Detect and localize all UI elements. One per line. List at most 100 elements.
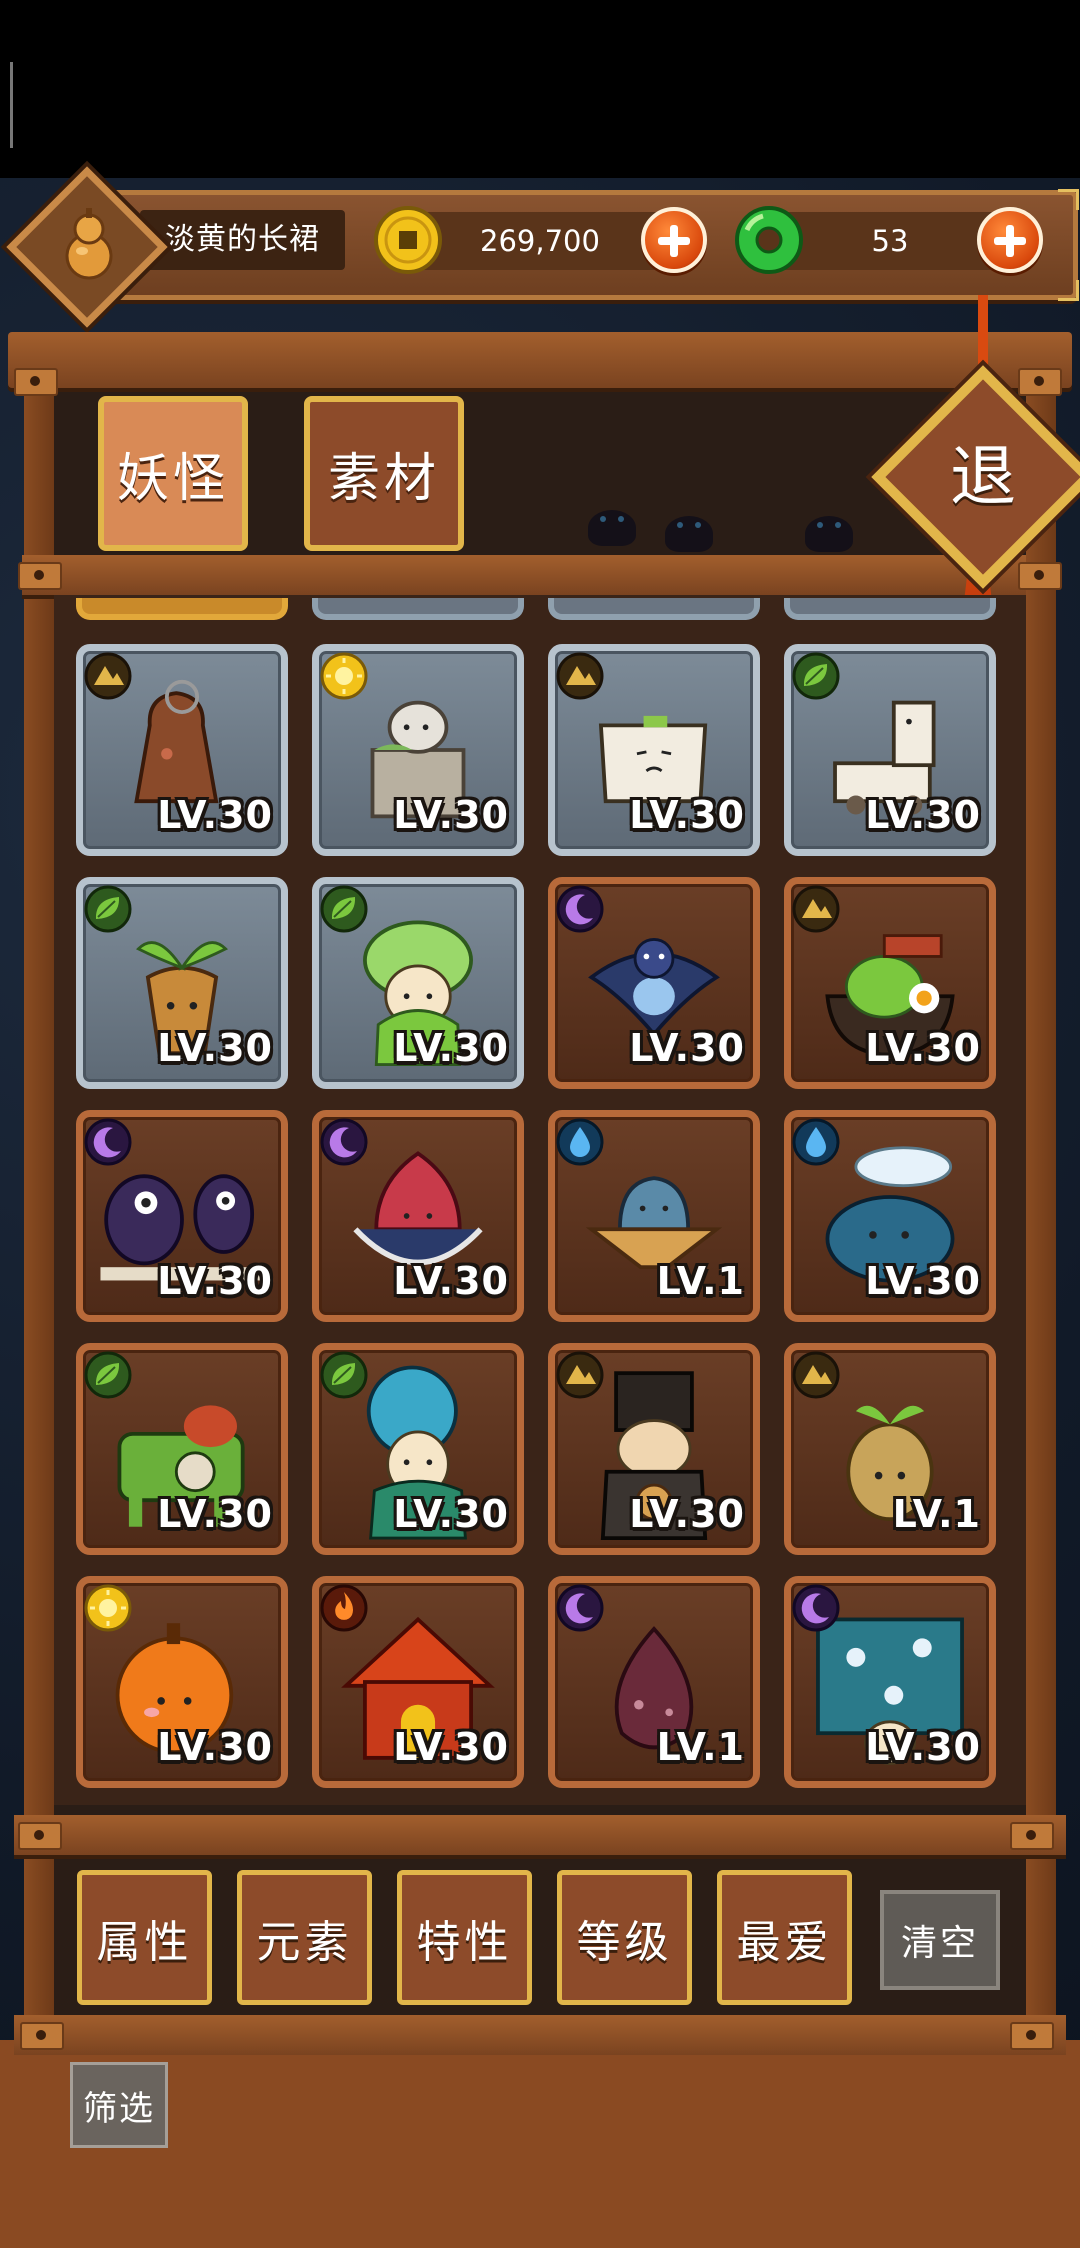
monster-card-stone-cat[interactable]: LV.30 [312,644,524,856]
leaf-element-icon [320,885,368,933]
moon-element-icon [84,1118,132,1166]
critter-silhouette [805,516,853,552]
bottom-beam [14,2015,1066,2055]
level-label: LV.30 [393,1259,509,1303]
leaf-element-icon [792,652,840,700]
monster-card-hat-ghost[interactable]: LV.1 [548,1110,760,1322]
sun-element-icon [320,652,368,700]
monster-card-bamboo-ox[interactable]: LV.30 [76,1343,288,1555]
add-jade-button[interactable] [977,207,1043,273]
monster-card-cloud-whale[interactable]: LV.30 [784,1110,996,1322]
sun-element-icon [84,1584,132,1632]
critter-silhouette [588,510,636,546]
tab-materials[interactable]: 素材 [304,396,464,551]
monster-card-tofu[interactable]: LV.30 [548,644,760,856]
monster-card-cart-horse[interactable]: LV.30 [784,644,996,856]
gourd-avatar-icon[interactable] [44,196,134,286]
tab-shelf-beam [22,555,1026,595]
nail [14,368,58,396]
monster-grid-scroll[interactable]: LV.30 LV.30 LV.30 LV.30 LV.30 LV.30 LV.30 LV.30… [54,598,1026,1808]
level-label: LV.30 [865,1725,981,1769]
exit-label[interactable]: 退 [904,398,1062,556]
partial-card[interactable] [76,598,288,620]
nail [1010,2022,1054,2050]
monster-card-sprout-root[interactable]: LV.30 [76,877,288,1089]
moon-element-icon [792,1584,840,1632]
level-label: LV.30 [629,793,745,837]
level-label: LV.1 [656,1725,745,1769]
earth-element-icon [556,652,604,700]
jade-amount: 53 [871,224,909,258]
partial-card[interactable] [784,598,996,620]
monster-card-potato-sprout[interactable]: LV.1 [784,1343,996,1555]
monster-card-ghost-pair[interactable]: LV.30 [76,1110,288,1322]
level-label: LV.30 [393,793,509,837]
filter-shelf-beam [14,1815,1066,1855]
monster-card-curtain-spirit[interactable]: LV.30 [784,1576,996,1788]
player-name: 淡黄的长裙 [165,222,320,257]
level-label: LV.30 [393,1492,509,1536]
level-label: LV.30 [157,793,273,837]
monster-card-onion[interactable]: LV.1 [548,1576,760,1788]
moon-element-icon [556,1584,604,1632]
gold-amount: 269,700 [480,224,600,258]
nail [1018,368,1062,396]
leaf-element-icon [320,1351,368,1399]
monster-cards: LV.30 LV.30 LV.30 LV.30 LV.30 LV.30 LV.30 LV.30… [76,644,996,1788]
water-element-icon [792,1118,840,1166]
cabinet-left-post [24,370,54,2030]
earth-element-icon [792,885,840,933]
nail [20,2022,64,2050]
filter-element-button[interactable]: 元素 [237,1870,372,2005]
level-label: LV.30 [865,1259,981,1303]
monster-card-red-squid[interactable]: LV.30 [312,1110,524,1322]
monster-card-constable[interactable]: LV.30 [548,1343,760,1555]
leaf-element-icon [84,1351,132,1399]
add-gold-button[interactable] [641,207,707,273]
cabinet-top-beam [8,332,1072,388]
level-label: LV.1 [656,1259,745,1303]
monster-card-leaf-girl[interactable]: LV.30 [312,877,524,1089]
level-label: LV.30 [393,1725,509,1769]
filter-attribute-button[interactable]: 属性 [77,1870,212,2005]
level-label: LV.30 [157,1259,273,1303]
fire-element-icon [320,1584,368,1632]
filter-trait-button[interactable]: 特性 [397,1870,532,2005]
earth-element-icon [792,1351,840,1399]
level-label: LV.1 [892,1492,981,1536]
partial-card[interactable] [548,598,760,620]
level-label: LV.30 [157,1026,273,1070]
gold-coin-icon [374,206,442,274]
level-label: LV.30 [865,793,981,837]
monster-card-noodle-bowl[interactable]: LV.30 [784,877,996,1089]
earth-element-icon [556,1351,604,1399]
clear-button[interactable]: 清空 [880,1890,1000,1990]
monster-card-red-house[interactable]: LV.30 [312,1576,524,1788]
level-label: LV.30 [629,1492,745,1536]
moon-element-icon [320,1118,368,1166]
cabinet-right-post [1026,370,1056,2030]
moon-element-icon [556,885,604,933]
level-label: LV.30 [629,1026,745,1070]
monster-card-teal-lady[interactable]: LV.30 [312,1343,524,1555]
status-bar [0,0,1080,178]
screen-button[interactable]: 筛选 [70,2062,168,2148]
critter-silhouette [665,516,713,552]
leaf-element-icon [84,885,132,933]
nail [18,562,62,590]
earth-element-icon [84,652,132,700]
level-label: LV.30 [393,1026,509,1070]
tab-monsters[interactable]: 妖怪 [98,396,248,551]
partial-card[interactable] [312,598,524,620]
monster-card-bell[interactable]: LV.30 [76,644,288,856]
level-label: LV.30 [157,1492,273,1536]
monster-card-orange-fruit[interactable]: LV.30 [76,1576,288,1788]
monster-card-blue-swallow[interactable]: LV.30 [548,877,760,1089]
level-label: LV.30 [157,1725,273,1769]
nail [1018,562,1062,590]
jade-icon [735,206,803,274]
filter-favorite-button[interactable]: 最爱 [717,1870,852,2005]
filter-level-button[interactable]: 等级 [557,1870,692,2005]
status-indicator [10,62,13,148]
water-element-icon [556,1118,604,1166]
